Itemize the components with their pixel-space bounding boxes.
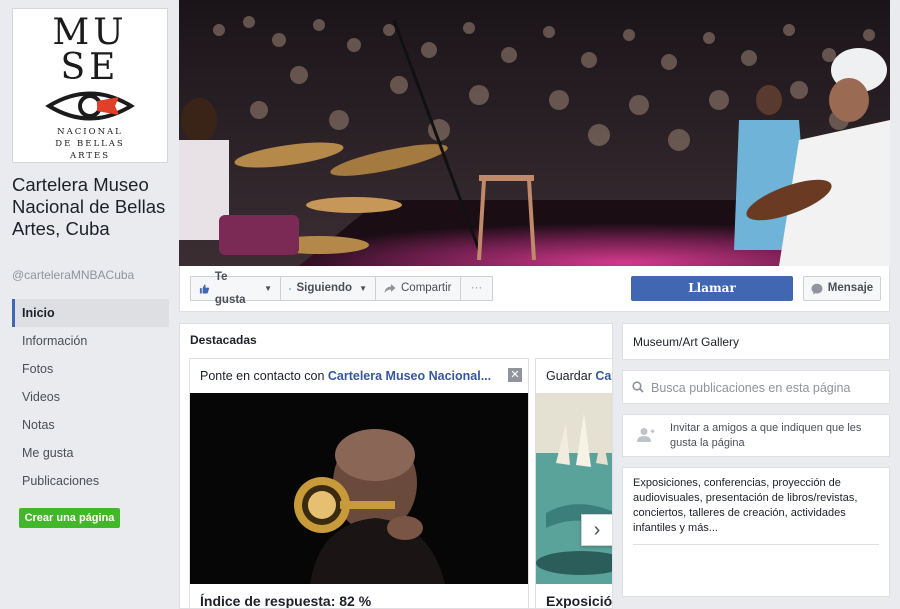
cover-photo[interactable] (179, 0, 890, 266)
nav-item-publicaciones[interactable]: Publicaciones (12, 467, 169, 495)
share-button[interactable]: Compartir (375, 276, 461, 301)
profile-picture[interactable]: MU SE NACIONAL DE BELLAS ARTES (12, 8, 168, 163)
card-header-prefix: Guardar (546, 369, 596, 383)
sailboat-painting-image (536, 393, 612, 584)
nav-item-notas[interactable]: Notas (12, 411, 169, 439)
close-icon[interactable]: ✕ (508, 368, 522, 382)
like-button[interactable]: Te gusta ▼ (190, 271, 281, 306)
trumpet-photo[interactable] (190, 393, 528, 584)
trumpet-player-image (190, 393, 528, 584)
featured-title: Destacadas (190, 333, 257, 347)
card-footer: Exposició (546, 593, 613, 609)
logo-text-middle: SE (60, 47, 120, 88)
nav-item-videos[interactable]: Videos (12, 383, 169, 411)
card-header-prefix: Ponte en contacto con (200, 369, 328, 383)
page-category[interactable]: Museum/Art Gallery (622, 323, 890, 360)
search-input[interactable] (651, 377, 883, 399)
share-label: Compartir (401, 282, 452, 294)
following-button[interactable]: Siguiendo ▼ (280, 276, 376, 301)
logo-subtitle-3: ARTES (69, 151, 111, 161)
more-label: ··· (470, 282, 483, 294)
add-friend-icon (637, 428, 655, 442)
page-handle[interactable]: @carteleraMNBACuba (12, 268, 134, 282)
chevron-down-icon: ▼ (359, 284, 367, 293)
more-button[interactable]: ··· (460, 276, 493, 301)
featured-section: Destacadas Ponte en contacto con Cartele… (179, 323, 613, 609)
card-header: Guardar Car (536, 359, 612, 393)
logo-subtitle-2: DE BELLAS (55, 139, 125, 149)
card-header: Ponte en contacto con Cartelera Museo Na… (190, 359, 528, 393)
messenger-icon (811, 283, 823, 294)
museum-logo: MU SE NACIONAL DE BELLAS ARTES (17, 12, 163, 161)
invite-friends-box[interactable]: Invitar a amigos a que indiquen que les … (622, 414, 890, 457)
logo-text-top: MU (52, 12, 128, 53)
about-box: Exposiciones, conferencias, proyección d… (622, 467, 890, 597)
chevron-right-icon[interactable]: › (581, 514, 612, 546)
page-nav: Inicio Información Fotos Videos Notas Me… (12, 299, 169, 495)
eye-icon (45, 91, 135, 121)
featured-card-contact[interactable]: Ponte en contacto con Cartelera Museo Na… (189, 358, 529, 609)
page-action-bar: Te gusta ▼ Siguiendo ▼ Compartir ··· Lla… (179, 266, 890, 312)
call-button[interactable]: Llamar (631, 276, 793, 301)
following-label: Siguiendo (296, 282, 353, 294)
page-post-search (622, 370, 890, 404)
search-icon (632, 381, 644, 393)
page-link[interactable]: Cartelera Museo Nacional... (328, 369, 491, 383)
nav-item-fotos[interactable]: Fotos (12, 355, 169, 383)
page-link[interactable]: Car (595, 369, 612, 383)
concert-photo (179, 0, 890, 266)
divider (633, 544, 879, 545)
logo-subtitle-1: NACIONAL (57, 127, 123, 137)
about-text: Exposiciones, conferencias, proyección d… (633, 477, 858, 534)
thumbs-up-icon (199, 283, 210, 294)
nav-item-inicio[interactable]: Inicio (12, 299, 169, 327)
invite-friends-link[interactable]: Invitar a amigos a que indiquen que les … (670, 421, 884, 451)
like-label: Te gusta (214, 270, 246, 306)
page-title[interactable]: Cartelera Museo Nacional de Bellas Artes… (12, 174, 176, 240)
message-button[interactable]: Mensaje (803, 276, 881, 301)
create-page-button[interactable]: Crear una página (19, 508, 120, 528)
response-rate: Índice de respuesta: 82 % (200, 593, 372, 609)
rss-icon (289, 287, 292, 290)
nav-item-informacion[interactable]: Información (12, 327, 169, 355)
share-arrow-icon (384, 284, 396, 293)
left-column: MU SE NACIONAL DE BELLAS ARTES Cartelera… (0, 0, 178, 609)
nav-item-me-gusta[interactable]: Me gusta (12, 439, 169, 467)
message-label: Mensaje (827, 282, 874, 294)
painting-photo[interactable] (536, 393, 612, 584)
chevron-down-icon: ▼ (264, 284, 272, 293)
featured-card-save[interactable]: Guardar Car Exposició (535, 358, 613, 609)
